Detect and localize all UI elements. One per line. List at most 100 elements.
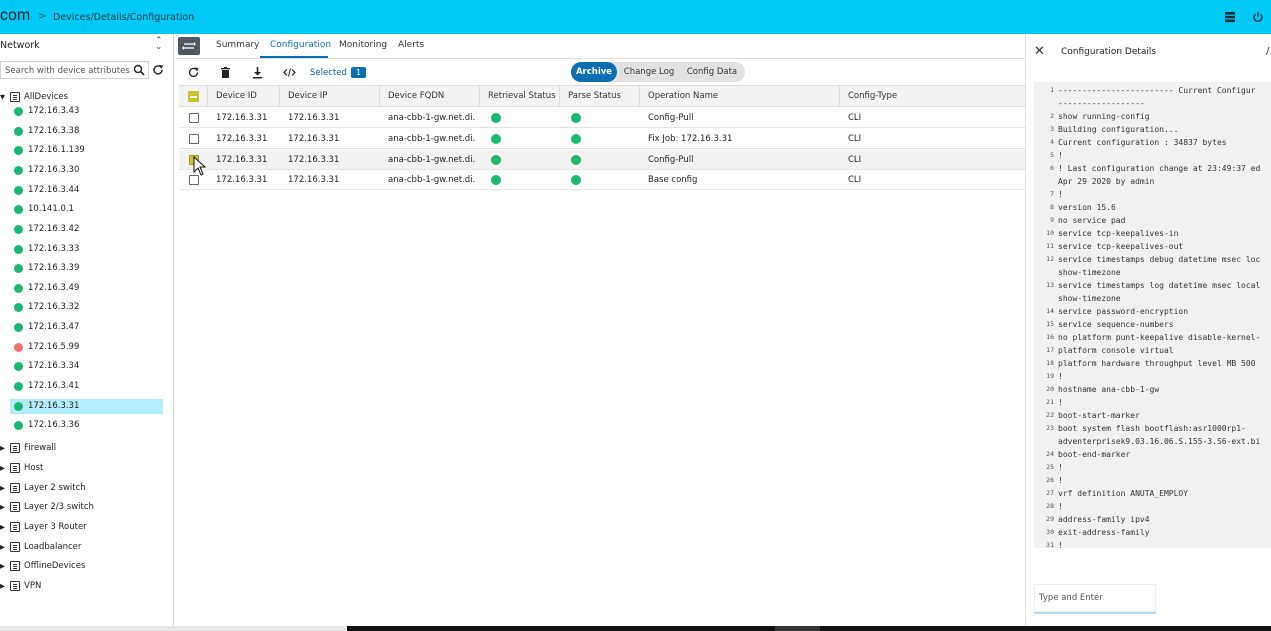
refresh-icon[interactable] xyxy=(152,64,164,76)
segment-config-data[interactable]: Config Data xyxy=(681,62,743,82)
device-ip-label: 10.141.0.1 xyxy=(28,204,74,214)
retrieval-status-dot xyxy=(491,134,501,144)
column-header[interactable]: Device FQDN xyxy=(379,86,479,107)
device-item[interactable]: 172.16.3.42 xyxy=(10,222,163,237)
column-header[interactable]: Parse Status xyxy=(559,86,639,107)
scrollbar-track xyxy=(0,626,347,631)
table-row[interactable]: 172.16.3.31 172.16.3.31 ana-cbb-1-gw.net… xyxy=(179,129,1025,149)
line-number: 31 xyxy=(1046,541,1054,548)
tree-node-label: Layer 2 switch xyxy=(24,483,86,493)
line-number: 13 xyxy=(1046,281,1054,289)
line-text: Building configuration... xyxy=(1058,125,1179,134)
cell-config-type: CLI xyxy=(848,113,862,123)
tree-node-loadbalancer[interactable]: ▶ Loadbalancer xyxy=(0,538,172,556)
folder-icon xyxy=(10,502,20,512)
tree-node-firewall[interactable]: ▶ Firewall xyxy=(0,439,172,457)
tab-monitoring[interactable]: Monitoring xyxy=(339,40,387,50)
device-item[interactable]: 172.16.1.139 xyxy=(10,143,163,158)
tree-node-offlinedevices[interactable]: ▶ OfflineDevices xyxy=(0,557,172,575)
line-text: boot-start-marker xyxy=(1058,411,1140,420)
status-dot xyxy=(14,362,23,371)
device-item-selected[interactable]: 172.16.3.31 xyxy=(10,399,163,414)
tree-node-layer23-switch[interactable]: ▶ Layer 2/3 switch xyxy=(0,498,172,516)
expand-arrow-icon[interactable]: ▶ xyxy=(0,523,5,531)
status-dot xyxy=(14,166,23,175)
device-item[interactable]: 172.16.3.30 xyxy=(10,163,163,178)
refresh-icon[interactable] xyxy=(187,66,200,79)
device-ip-label: 172.16.3.38 xyxy=(28,126,80,136)
device-item[interactable]: 172.16.3.43 xyxy=(10,104,163,119)
device-item[interactable]: 172.16.3.49 xyxy=(10,281,163,296)
tree-node-host[interactable]: ▶ Host xyxy=(0,459,172,477)
close-icon[interactable]: ✕ xyxy=(1034,44,1045,59)
line-text: service timestamps log datetime msec loc… xyxy=(1058,281,1261,290)
expand-arrow-icon[interactable]: ▶ xyxy=(0,562,5,570)
device-item[interactable]: 172.16.3.38 xyxy=(10,124,163,139)
table-row[interactable]: 172.16.3.31 172.16.3.31 ana-cbb-1-gw.net… xyxy=(179,150,1025,170)
table-row[interactable]: 172.16.3.31 172.16.3.31 ana-cbb-1-gw.net… xyxy=(179,170,1025,190)
search-icon[interactable] xyxy=(133,64,145,76)
sort-icon[interactable]: ⌃ ⌄ xyxy=(155,37,163,52)
code-icon[interactable] xyxy=(283,66,296,79)
column-header[interactable]: Device ID xyxy=(207,86,279,107)
configuration-details-panel: ✕ Configuration Details / 1 -------------… xyxy=(1025,34,1271,631)
grid-header: Device ID Device IP Device FQDN Retrieva… xyxy=(179,86,1025,107)
device-item[interactable]: 172.16.3.41 xyxy=(10,379,163,394)
line-text: hostname ana-cbb-1-gw xyxy=(1058,385,1160,394)
expand-arrow-icon[interactable]: ▶ xyxy=(0,484,5,492)
swap-view-button[interactable] xyxy=(178,37,200,55)
tab-alerts[interactable]: Alerts xyxy=(398,40,424,50)
select-all-checkbox[interactable] xyxy=(188,91,199,102)
breadcrumb[interactable]: Devices/Details/Configuration xyxy=(53,12,194,23)
expand-arrow-icon[interactable]: ▶ xyxy=(0,543,5,551)
config-code-viewer[interactable]: 1 ------------------------ Current Config… xyxy=(1034,82,1271,548)
expand-arrow-icon[interactable]: ▶ xyxy=(0,444,5,452)
line-number: 10 xyxy=(1046,229,1054,237)
column-header[interactable]: Config-Type xyxy=(839,86,1025,107)
line-text: ! xyxy=(1058,541,1063,548)
device-item[interactable]: 172.16.3.47 xyxy=(10,320,163,335)
tree-node-layer2-switch[interactable]: ▶ Layer 2 switch xyxy=(0,479,172,497)
row-checkbox[interactable] xyxy=(189,134,199,144)
device-item[interactable]: 172.16.3.34 xyxy=(10,359,163,374)
segment-archive[interactable]: Archive xyxy=(571,62,617,82)
database-icon[interactable] xyxy=(1224,11,1236,23)
command-input[interactable]: Type and Enter xyxy=(1034,584,1156,614)
device-search-input[interactable]: Search with device attributes xyxy=(0,61,149,79)
row-checkbox[interactable] xyxy=(189,175,199,185)
device-item[interactable]: 172.16.3.36 xyxy=(10,418,163,433)
tree-node-layer3-router[interactable]: ▶ Layer 3 Router xyxy=(0,518,172,536)
delete-icon[interactable] xyxy=(219,66,232,79)
expand-icon[interactable]: / xyxy=(1266,46,1269,57)
column-header[interactable]: Device IP xyxy=(279,86,379,107)
tree-node-label: Layer 3 Router xyxy=(24,522,87,532)
expand-arrow-icon[interactable]: ▼ xyxy=(0,93,5,101)
device-item[interactable]: 172.16.5.99 xyxy=(10,340,163,355)
folder-icon xyxy=(10,483,20,493)
segment-change-log[interactable]: Change Log xyxy=(619,62,679,82)
status-dot xyxy=(14,303,23,312)
line-number: 2 xyxy=(1050,112,1054,120)
row-checkbox[interactable] xyxy=(189,113,199,123)
tree-node-vpn[interactable]: ▶ VPN xyxy=(0,577,172,595)
expand-arrow-icon[interactable]: ▶ xyxy=(0,464,5,472)
device-item[interactable]: 172.16.3.32 xyxy=(10,300,163,315)
download-icon[interactable] xyxy=(251,66,264,79)
scrollbar-thumb[interactable] xyxy=(775,626,820,631)
device-item[interactable]: 172.16.3.44 xyxy=(10,183,163,198)
device-item[interactable]: 172.16.3.33 xyxy=(10,242,163,257)
device-item[interactable]: 172.16.3.39 xyxy=(10,261,163,276)
device-item[interactable]: 10.141.0.1 xyxy=(10,202,163,217)
power-icon[interactable] xyxy=(1252,11,1264,23)
column-header[interactable]: Retrieval Status xyxy=(479,86,559,107)
tab-configuration[interactable]: Configuration xyxy=(270,40,331,50)
folder-icon xyxy=(10,542,20,552)
bottom-scrollbar[interactable] xyxy=(0,626,1271,631)
line-text: ! xyxy=(1058,476,1063,485)
tab-summary[interactable]: Summary xyxy=(216,40,260,50)
column-header[interactable]: Operation Name xyxy=(639,86,839,107)
expand-arrow-icon[interactable]: ▶ xyxy=(0,503,5,511)
table-row[interactable]: 172.16.3.31 172.16.3.31 ana-cbb-1-gw.net… xyxy=(179,108,1025,128)
expand-arrow-icon[interactable]: ▶ xyxy=(0,582,5,590)
line-text: show-timezone xyxy=(1058,268,1121,277)
